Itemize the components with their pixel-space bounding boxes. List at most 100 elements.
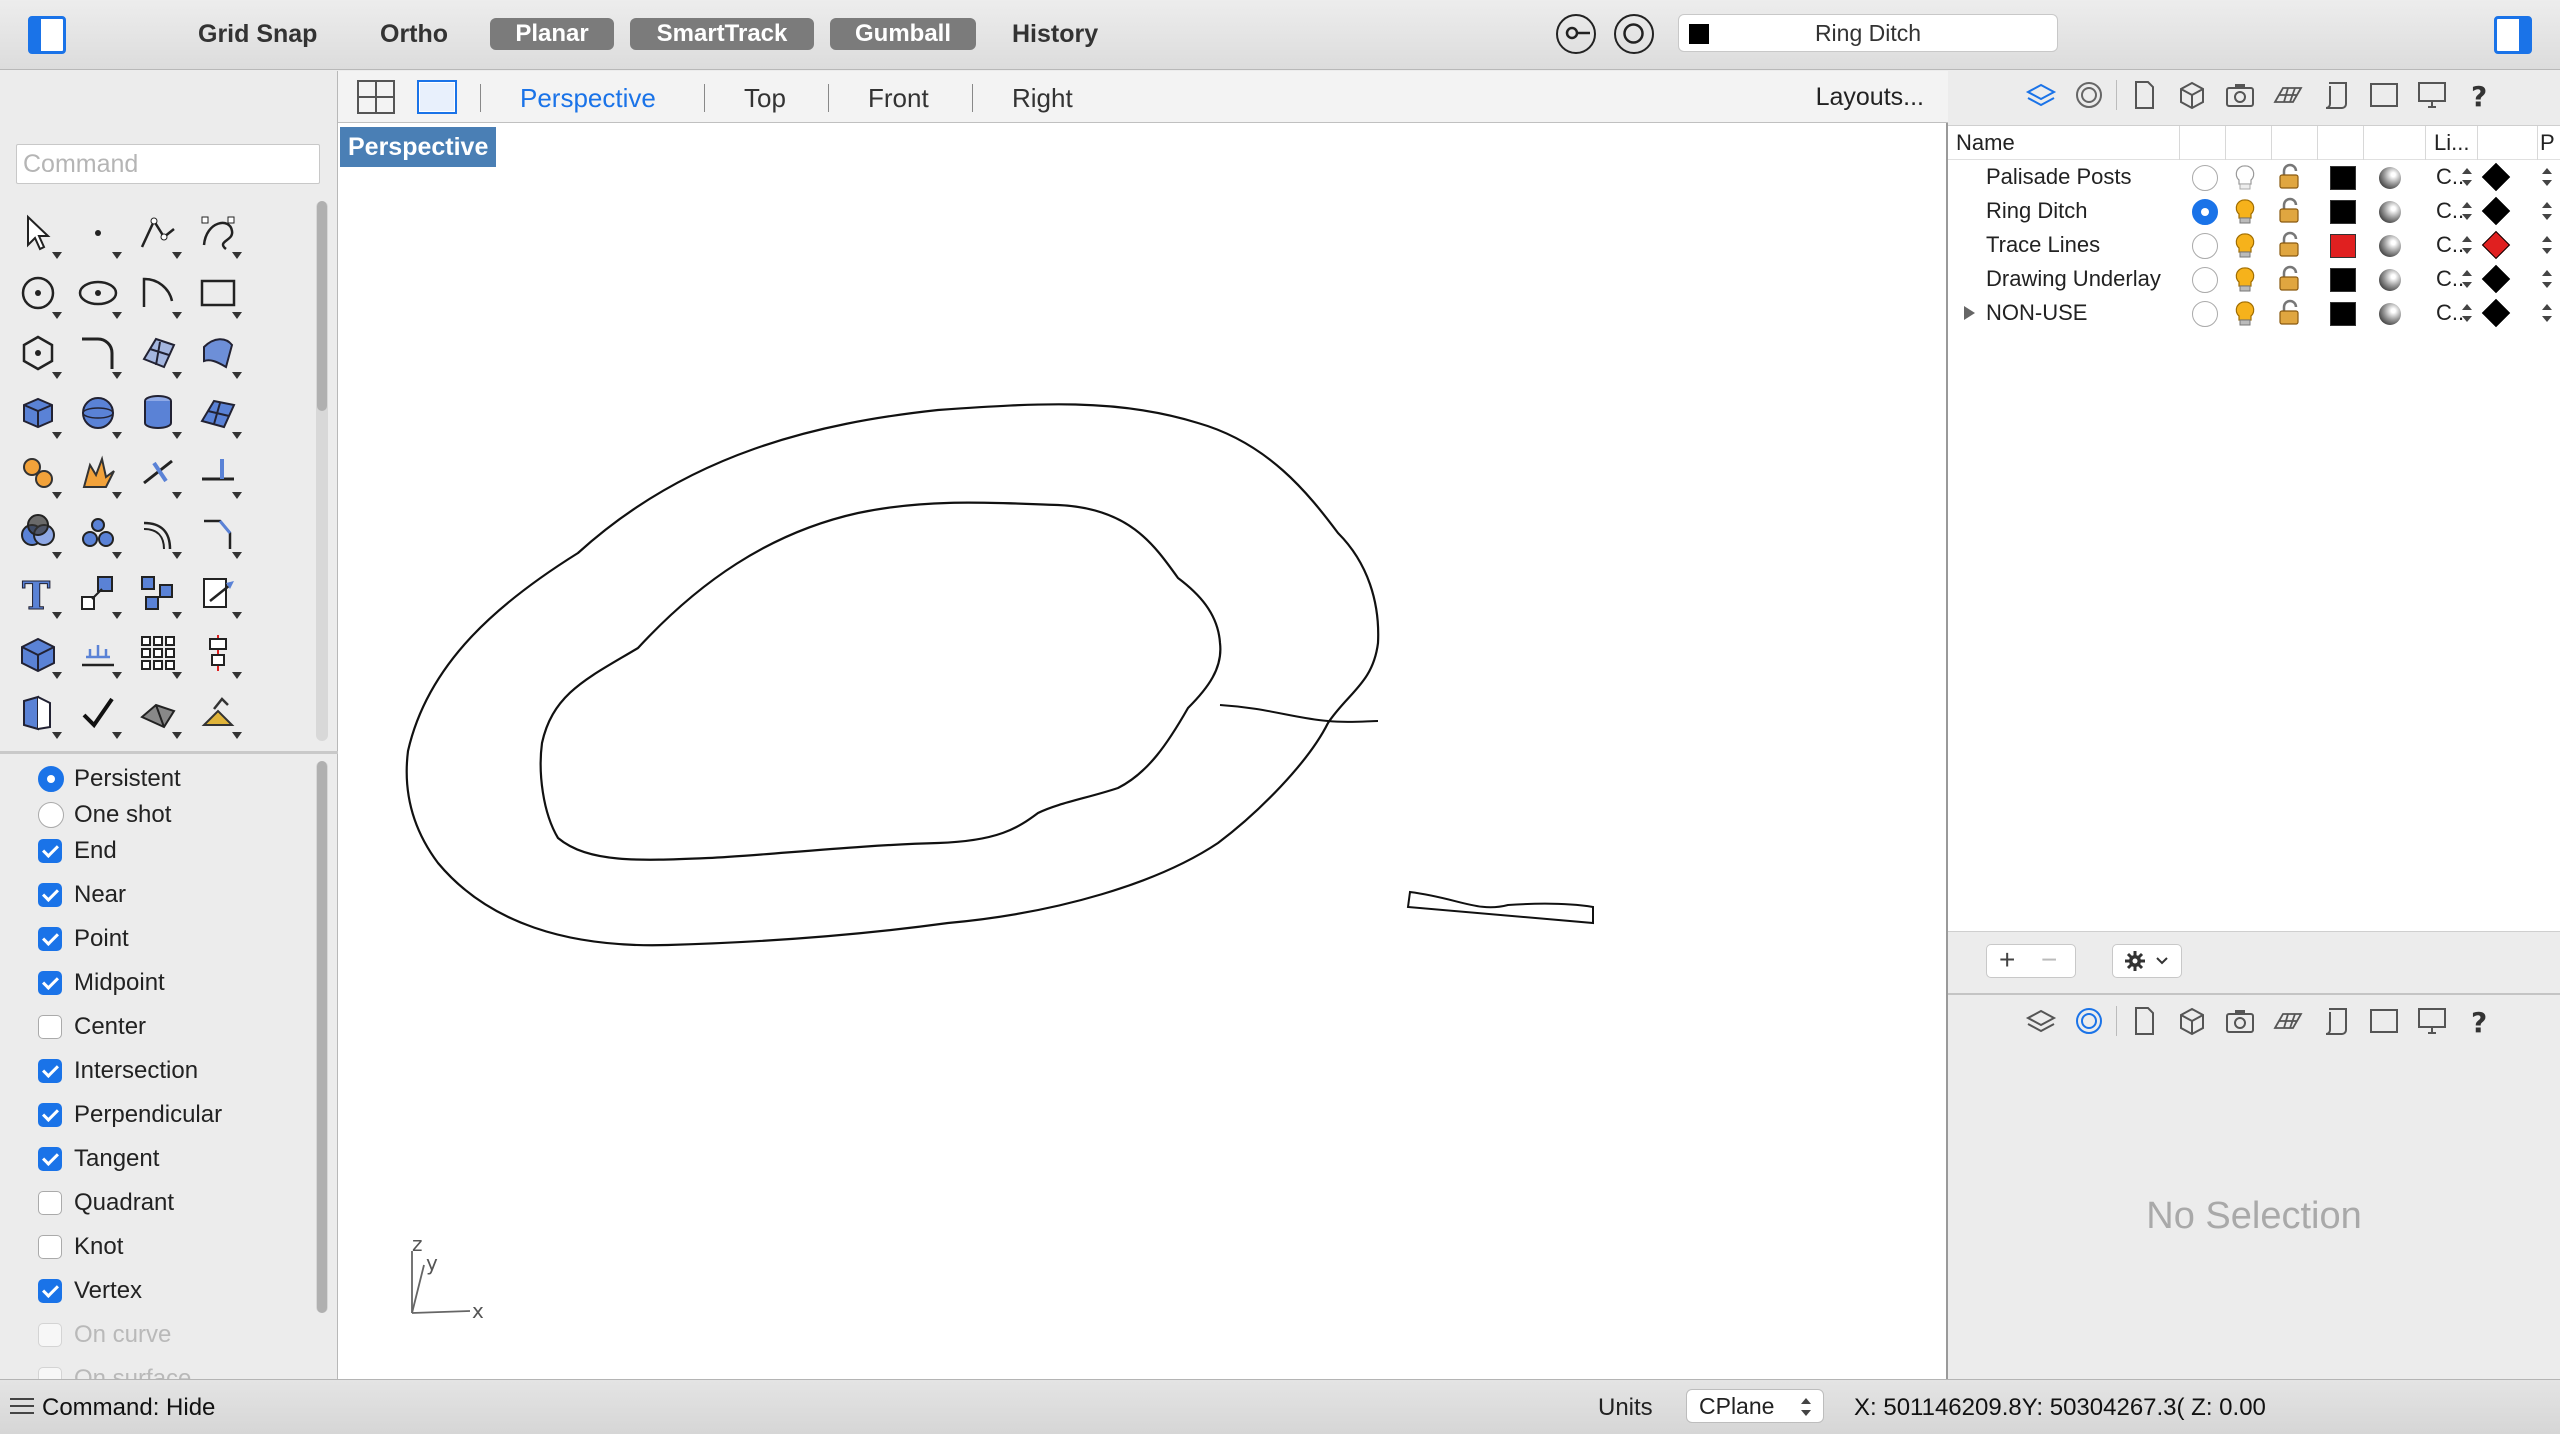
display-monitor-icon[interactable] bbox=[2409, 998, 2455, 1044]
right-sidebar-toggle-icon[interactable] bbox=[2494, 16, 2532, 54]
history-toggle[interactable]: History bbox=[1012, 18, 1098, 50]
chevron-updown-icon[interactable] bbox=[2462, 236, 2472, 254]
osnap-point-option[interactable]: Point bbox=[38, 921, 129, 957]
osnap-tangent-option[interactable]: Tangent bbox=[38, 1141, 159, 1177]
layer-linetype[interactable]: C.. bbox=[2436, 228, 2464, 262]
chevron-updown-icon[interactable] bbox=[2542, 304, 2552, 322]
column-visible[interactable] bbox=[2226, 126, 2272, 160]
tab-perspective[interactable]: Perspective bbox=[520, 83, 656, 113]
osnap-quadrant-checkbox[interactable] bbox=[38, 1191, 62, 1215]
chevron-updown-icon[interactable] bbox=[2462, 168, 2472, 186]
column-material[interactable] bbox=[2364, 126, 2426, 160]
notes-scroll-icon[interactable] bbox=[2313, 998, 2359, 1044]
layer-color-swatch[interactable] bbox=[2330, 234, 2356, 258]
check-icon[interactable] bbox=[68, 683, 128, 743]
chevron-updown-icon[interactable] bbox=[2542, 168, 2552, 186]
osnap-vertex-checkbox[interactable] bbox=[38, 1279, 62, 1303]
layer-linetype[interactable]: C.. bbox=[2436, 262, 2464, 296]
viewport-canvas[interactable]: z y x bbox=[338, 123, 1946, 1379]
current-layer-selector[interactable]: Ring Ditch bbox=[1678, 14, 2058, 52]
align-icon[interactable] bbox=[188, 623, 248, 683]
padlock-open-icon[interactable] bbox=[2276, 299, 2304, 327]
units-label[interactable]: Units bbox=[1598, 1394, 1653, 1422]
ortho-toggle[interactable]: Ortho bbox=[380, 18, 448, 50]
remove-layer-button[interactable]: − bbox=[2041, 945, 2057, 975]
chevron-updown-icon[interactable] bbox=[2542, 202, 2552, 220]
viewport-title-label[interactable]: Perspective bbox=[340, 127, 497, 167]
column-print[interactable]: P bbox=[2538, 126, 2560, 160]
trace-segment[interactable] bbox=[1406, 890, 1594, 925]
chevron-updown-icon[interactable] bbox=[2462, 270, 2472, 288]
circle-icon[interactable] bbox=[8, 263, 68, 323]
layers-panel-icon[interactable] bbox=[2018, 72, 2064, 118]
osnap-persistent-option[interactable]: Persistent bbox=[38, 761, 181, 797]
arc-icon[interactable] bbox=[128, 263, 188, 323]
record-history-icon[interactable] bbox=[1614, 14, 1654, 54]
polyline-icon[interactable] bbox=[128, 203, 188, 263]
array-icon[interactable] bbox=[128, 563, 188, 623]
osnap-center-checkbox[interactable] bbox=[38, 1015, 62, 1039]
command-history-menu-icon[interactable] bbox=[10, 1398, 34, 1416]
chevron-updown-icon[interactable] bbox=[2542, 236, 2552, 254]
osnap-target-icon[interactable] bbox=[1556, 14, 1596, 54]
extrude-icon[interactable] bbox=[68, 623, 128, 683]
mesh-plane-icon[interactable] bbox=[188, 383, 248, 443]
rectangle-icon[interactable] bbox=[188, 263, 248, 323]
cylinder-icon[interactable] bbox=[128, 383, 188, 443]
help-question-icon[interactable]: ? bbox=[2457, 998, 2503, 1044]
layers-panel-icon[interactable] bbox=[2018, 998, 2064, 1044]
layouts-button[interactable]: Layouts... bbox=[1816, 83, 1924, 112]
persistent-radio[interactable] bbox=[38, 766, 64, 792]
layer-row-drawing-underlay[interactable]: Drawing Underlay C.. bbox=[1948, 262, 2560, 296]
layouts-panel-icon[interactable] bbox=[2361, 72, 2407, 118]
point-icon[interactable] bbox=[68, 203, 128, 263]
surface-grid-icon[interactable] bbox=[128, 323, 188, 383]
smarttrack-toggle[interactable]: SmartTrack bbox=[630, 18, 814, 50]
material-sphere-icon[interactable] bbox=[2379, 303, 2401, 325]
layer-linetype[interactable]: C.. bbox=[2436, 160, 2464, 194]
layer-row-ring-ditch[interactable]: Ring Ditch C.. bbox=[1948, 194, 2560, 228]
osnap-one-shot-option[interactable]: One shot bbox=[38, 797, 171, 833]
layer-current-radio[interactable] bbox=[2192, 233, 2218, 259]
add-layer-button[interactable]: + bbox=[1999, 945, 2015, 975]
cplanes-grid-icon[interactable] bbox=[2265, 72, 2311, 118]
solid-box-icon[interactable] bbox=[8, 623, 68, 683]
osnap-scroll-thumb[interactable] bbox=[317, 761, 327, 1313]
render-object-icon[interactable] bbox=[128, 683, 188, 743]
column-lock[interactable] bbox=[2272, 126, 2318, 160]
select-arrow-icon[interactable] bbox=[8, 203, 68, 263]
document-panel-icon[interactable] bbox=[2121, 998, 2167, 1044]
osnap-midpoint-option[interactable]: Midpoint bbox=[38, 965, 165, 1001]
layer-color-swatch[interactable] bbox=[2330, 302, 2356, 326]
layer-current-radio[interactable] bbox=[2192, 267, 2218, 293]
text-icon[interactable]: T bbox=[8, 563, 68, 623]
osnap-near-checkbox[interactable] bbox=[38, 883, 62, 907]
cplane-select[interactable]: CPlane bbox=[1686, 1389, 1824, 1423]
column-current[interactable] bbox=[2180, 126, 2226, 160]
osnap-end-option[interactable]: End bbox=[38, 833, 117, 869]
layer-current-radio[interactable] bbox=[2192, 165, 2218, 191]
disclosure-triangle-icon[interactable] bbox=[1964, 306, 1975, 320]
lightbulb-off-icon[interactable] bbox=[2230, 162, 2260, 192]
osnap-intersection-checkbox[interactable] bbox=[38, 1059, 62, 1083]
help-question-icon[interactable]: ? bbox=[2457, 72, 2503, 118]
planar-toggle[interactable]: Planar bbox=[490, 18, 614, 50]
perspective-viewport[interactable]: z y x Perspective bbox=[338, 123, 1948, 1379]
print-color-diamond-icon[interactable] bbox=[2481, 230, 2511, 260]
chevron-updown-icon[interactable] bbox=[2542, 270, 2552, 288]
curve-icon[interactable] bbox=[188, 203, 248, 263]
page-flip-icon[interactable] bbox=[8, 683, 68, 743]
properties-panel-icon[interactable] bbox=[2066, 72, 2112, 118]
osnap-knot-option[interactable]: Knot bbox=[38, 1229, 123, 1265]
osnap-intersection-option[interactable]: Intersection bbox=[38, 1053, 198, 1089]
column-color[interactable] bbox=[2318, 126, 2364, 160]
sphere-icon[interactable] bbox=[68, 383, 128, 443]
boolean-icon[interactable] bbox=[8, 503, 68, 563]
osnap-near-option[interactable]: Near bbox=[38, 877, 126, 913]
layer-color-swatch[interactable] bbox=[2330, 268, 2356, 292]
split-icon[interactable] bbox=[188, 443, 248, 503]
print-color-diamond-icon[interactable] bbox=[2481, 162, 2511, 192]
named-views-camera-icon[interactable] bbox=[2217, 72, 2263, 118]
layer-row-non-use[interactable]: NON-USE C.. bbox=[1948, 296, 2560, 330]
material-sphere-icon[interactable] bbox=[2379, 235, 2401, 257]
